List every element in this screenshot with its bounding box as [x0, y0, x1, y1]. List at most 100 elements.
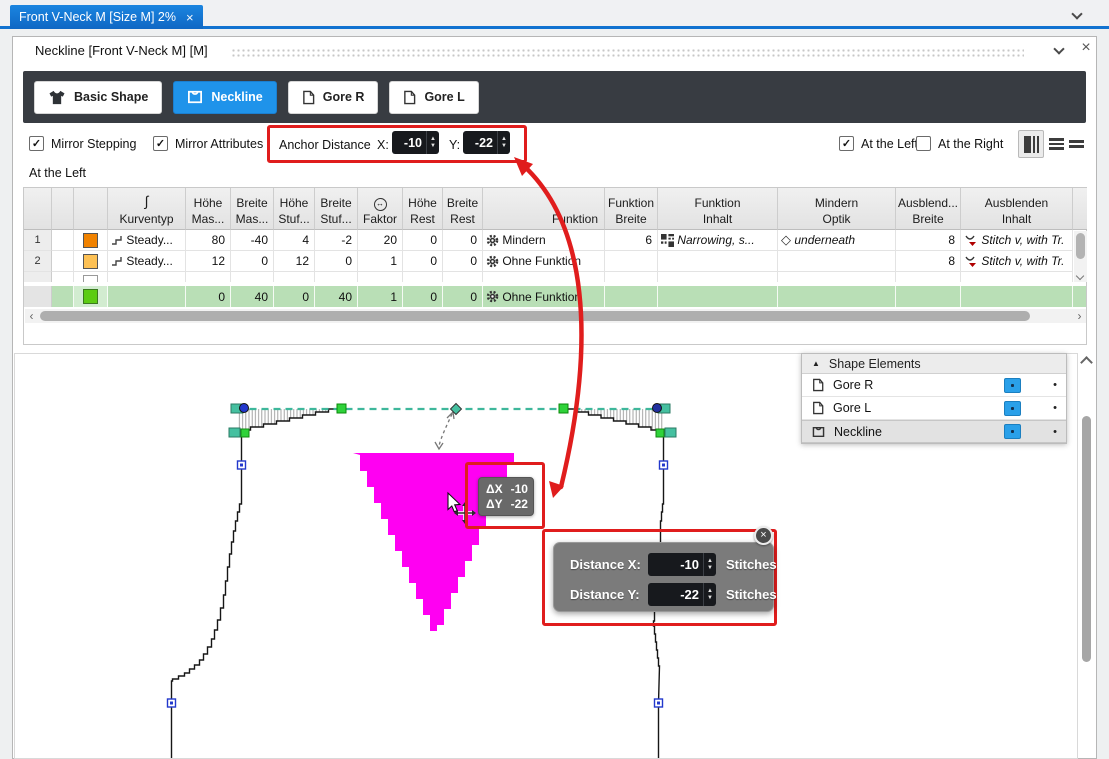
- anchor-y-label: Y:: [449, 138, 460, 152]
- row-color-swatch[interactable]: [83, 254, 98, 269]
- canvas-scrollbar-thumb[interactable]: [1082, 416, 1091, 662]
- ausblenden-inhalt-cell[interactable]: Stitch v, with Tr.: [961, 251, 1073, 272]
- mirror-attributes-checkbox[interactable]: ✓: [153, 136, 168, 151]
- tab-bar: Front V-Neck M [Size M] 2% ×: [0, 0, 1109, 29]
- delta-tooltip: ΔX-10 ΔY-22: [478, 477, 534, 516]
- tab-close-icon[interactable]: ×: [186, 11, 194, 24]
- stepping-table: ∫Kurventyp HöheMas... BreiteMas... HöheS…: [23, 187, 1087, 345]
- table-horizontal-scrollbar[interactable]: ‹ ›: [25, 309, 1086, 323]
- shape-element-item-gore-r[interactable]: Gore R •: [802, 374, 1066, 397]
- spin-arrows-icon[interactable]: ▲▼: [703, 583, 716, 606]
- gore-l-button[interactable]: Gore L: [389, 81, 478, 114]
- step-curve-icon: [111, 234, 123, 246]
- gear-icon: [486, 290, 499, 303]
- shape-element-item-gore-l[interactable]: Gore L •: [802, 397, 1066, 420]
- tab-list-chevron-down-icon[interactable]: [1071, 8, 1082, 19]
- row-color-swatch[interactable]: [83, 275, 98, 282]
- table-row: 1 Steady... 80 -40 4 -2 20 0 0 Mindern 6…: [24, 230, 1086, 251]
- stitch-icon: [964, 234, 978, 246]
- distance-dialog: Distance X: -10 ▲▼ Stitches Distance Y: …: [553, 542, 774, 612]
- dialog-close-icon[interactable]: ×: [754, 526, 773, 545]
- check-icon: ✓: [156, 137, 165, 150]
- list-layout-icon[interactable]: [1049, 138, 1064, 150]
- at-the-right-checkbox[interactable]: [916, 136, 931, 151]
- anchor-x-label: X:: [377, 138, 389, 152]
- distance-y-spinner[interactable]: -22 ▲▼: [648, 583, 716, 606]
- scroll-down-chevron-icon[interactable]: [1076, 272, 1084, 280]
- spin-arrows-icon[interactable]: ▲▼: [703, 553, 716, 576]
- collapse-triangle-icon[interactable]: ▲: [812, 360, 820, 368]
- anchor-offset-arrow: [435, 412, 454, 449]
- selection-dot[interactable]: •: [1044, 379, 1066, 391]
- visibility-toggle[interactable]: [1004, 424, 1021, 439]
- row-color-swatch[interactable]: [83, 233, 98, 248]
- kurventyp-cell[interactable]: Steady...: [108, 251, 186, 272]
- distance-x-spinner[interactable]: -10 ▲▼: [648, 553, 716, 576]
- panel-close-icon[interactable]: ×: [1077, 39, 1095, 57]
- selection-dot[interactable]: •: [1044, 426, 1066, 438]
- color-swatch-cell[interactable]: [74, 251, 108, 272]
- at-the-left-checkbox[interactable]: ✓: [839, 136, 854, 151]
- pattern-grid-icon: [661, 234, 674, 247]
- faktor-cycle-icon: ↔: [374, 198, 387, 211]
- ausblenden-inhalt-cell[interactable]: Stitch v, with Tr.: [961, 230, 1073, 251]
- document-tab[interactable]: Front V-Neck M [Size M] 2% ×: [10, 5, 203, 29]
- anchor-x-spinner[interactable]: -10 ▲▼: [392, 131, 439, 154]
- shape-element-item-neckline[interactable]: Neckline •: [802, 420, 1066, 443]
- color-swatch-cell[interactable]: [74, 286, 108, 307]
- mirror-attributes-option: ✓ Mirror Attributes: [153, 136, 263, 151]
- panel-title: Neckline [Front V-Neck M] [M]: [35, 43, 208, 58]
- scrollbar-thumb[interactable]: [1076, 233, 1085, 259]
- row-color-swatch[interactable]: [83, 289, 98, 304]
- table-row: 2 Steady... 12 0 12 0 1 0 0 Ohne Funktio…: [24, 251, 1086, 272]
- check-icon: ✓: [842, 137, 851, 150]
- gore-icon: [302, 90, 315, 105]
- color-swatch-cell[interactable]: [74, 230, 108, 251]
- tab-title: Front V-Neck M [Size M] 2%: [19, 10, 176, 24]
- gore-icon: [403, 90, 416, 105]
- compact-layout-icon[interactable]: [1069, 140, 1084, 148]
- neckline-editor-panel: Neckline [Front V-Neck M] [M] × Basic Sh…: [12, 36, 1097, 759]
- funktion-cell[interactable]: Ohne Funktion: [483, 286, 605, 307]
- mirror-stepping-checkbox[interactable]: ✓: [29, 136, 44, 151]
- stitch-icon: [964, 255, 978, 267]
- gear-icon: [486, 234, 499, 247]
- funktion-inhalt-cell[interactable]: Narrowing, s...: [658, 230, 778, 251]
- visibility-toggle[interactable]: [1004, 378, 1021, 393]
- diamond-icon: ◇: [781, 232, 791, 248]
- corner-handles[interactable]: [229, 404, 676, 438]
- at-the-right-option: At the Right: [916, 136, 1003, 151]
- shape-elements-panel: ▲ Shape Elements Gore R • Gore L • Neckl…: [801, 353, 1067, 444]
- table-header-row: ∫Kurventyp HöheMas... BreiteMas... HöheS…: [24, 188, 1086, 230]
- at-the-left-option: ✓ At the Left: [839, 136, 918, 151]
- integral-icon: ∫: [145, 192, 149, 211]
- step-curve-icon: [111, 255, 123, 267]
- spin-arrows-icon[interactable]: ▲▼: [426, 131, 439, 154]
- spin-arrows-icon[interactable]: ▲▼: [497, 131, 510, 154]
- visibility-toggle[interactable]: [1004, 401, 1021, 416]
- panel-collapse-chevron-icon[interactable]: [1053, 43, 1064, 54]
- scroll-right-icon[interactable]: ›: [1073, 309, 1086, 323]
- shape-element-toolbar: Basic Shape Neckline Gore R Gore L: [23, 71, 1086, 123]
- kurventyp-cell[interactable]: Steady...: [108, 230, 186, 251]
- selection-dot[interactable]: •: [1044, 402, 1066, 414]
- table-total-row: 0 40 0 40 1 0 0 Ohne Funktion: [24, 286, 1086, 307]
- funktion-cell[interactable]: Ohne Funktion: [483, 251, 605, 272]
- gore-icon: [812, 378, 824, 392]
- column-layout-icon[interactable]: [1018, 130, 1044, 158]
- scrollbar-thumb[interactable]: [40, 311, 1030, 321]
- mindern-optik-cell[interactable]: ◇ underneath: [778, 230, 896, 251]
- canvas-scroll-up-icon[interactable]: [1080, 356, 1093, 369]
- table-vertical-scrollbar[interactable]: [1074, 231, 1087, 282]
- basic-shape-button[interactable]: Basic Shape: [34, 81, 162, 114]
- anchor-distance-label: Anchor Distance: [279, 138, 371, 152]
- view-mode-icons: [1018, 130, 1084, 158]
- scroll-left-icon[interactable]: ‹: [25, 309, 38, 323]
- neckline-icon: [187, 90, 203, 104]
- neckline-button[interactable]: Neckline: [173, 81, 276, 114]
- shape-elements-header[interactable]: ▲ Shape Elements: [802, 354, 1066, 374]
- funktion-cell[interactable]: Mindern: [483, 230, 605, 251]
- anchor-y-spinner[interactable]: -22 ▲▼: [463, 131, 510, 154]
- neckline-icon: [812, 426, 825, 438]
- gore-r-button[interactable]: Gore R: [288, 81, 379, 114]
